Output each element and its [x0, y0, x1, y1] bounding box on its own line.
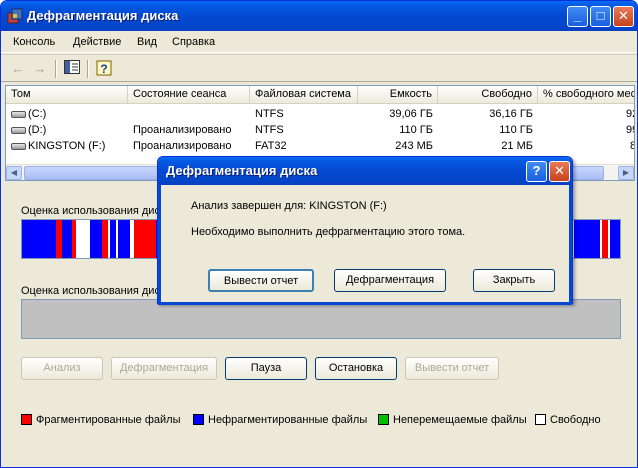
volume-name: (C:)	[28, 108, 47, 120]
volume-capacity: 110 ГБ	[399, 124, 433, 136]
volume-name: (D:)	[28, 124, 47, 136]
volume-free: 110 ГБ	[499, 124, 533, 136]
svg-text:?: ?	[100, 62, 107, 76]
legend-free: Свободно	[535, 413, 601, 427]
defrag-app-icon	[7, 8, 23, 24]
column-header-volume[interactable]: Том	[6, 86, 128, 104]
volume-capacity: 39,06 ГБ	[389, 108, 433, 120]
dialog-title: Дефрагментация диска	[166, 163, 318, 178]
dialog-close-icon[interactable]: ✕	[549, 161, 570, 182]
map-segment-fragmented	[102, 220, 108, 258]
menu-help[interactable]: Справка	[172, 36, 215, 48]
column-header-percent-free[interactable]: % свободного места	[538, 86, 634, 104]
contiguous-swatch	[193, 414, 204, 425]
volume-fs: NTFS	[255, 124, 284, 136]
hard-drive-icon	[11, 126, 26, 134]
map-segment-contiguous	[22, 220, 56, 258]
hard-drive-icon	[11, 110, 26, 118]
volume-status: Проанализировано	[133, 140, 232, 152]
view-report-button[interactable]: Вывести отчет	[405, 357, 499, 380]
volume-percent-free: 99 %	[626, 124, 634, 136]
map-segment-contiguous	[110, 220, 116, 258]
analysis-complete-dialog: Дефрагментация диска ? ✕ Анализ завершен…	[157, 156, 573, 305]
volume-capacity: 243 МБ	[395, 140, 433, 152]
menu-console[interactable]: Консоль	[13, 36, 55, 48]
toolbar-separator	[87, 60, 89, 78]
map-segment-fragmented	[72, 220, 76, 258]
pause-button[interactable]: Пауза	[225, 357, 307, 380]
column-header-status[interactable]: Состояние сеанса	[128, 86, 250, 104]
free-swatch	[535, 414, 546, 425]
map-segment-contiguous	[90, 220, 102, 258]
show-hide-tree-icon[interactable]	[63, 60, 81, 78]
title-bar[interactable]: Дефрагментация диска _ □ ✕	[1, 1, 637, 31]
dialog-close-button[interactable]: Закрыть	[473, 269, 555, 292]
legend-unmovable: Неперемещаемые файлы	[378, 413, 527, 427]
window-title: Дефрагментация диска	[27, 8, 179, 23]
back-arrow-icon[interactable]: ←	[9, 60, 27, 78]
volume-fs: FAT32	[255, 140, 287, 152]
dialog-view-report-button[interactable]: Вывести отчет	[208, 269, 314, 292]
map-segment-fragmented	[602, 220, 608, 258]
analyze-button[interactable]: Анализ	[21, 357, 103, 380]
dialog-title-bar[interactable]: Дефрагментация диска ? ✕	[158, 157, 572, 185]
help-icon[interactable]: ?	[526, 161, 547, 182]
menu-view[interactable]: Вид	[137, 36, 157, 48]
dialog-message-recommendation: Необходимо выполнить дефрагментацию этог…	[191, 226, 466, 238]
menu-bar: Консоль Действие Вид Справка	[1, 31, 637, 53]
after-defrag-map	[21, 299, 621, 339]
map-segment-fragmented	[134, 220, 156, 258]
dialog-defragment-button[interactable]: Дефрагментация	[334, 269, 446, 292]
legend-contiguous: Нефрагментированные файлы	[193, 413, 367, 427]
volume-name: KINGSTON (F:)	[28, 140, 106, 152]
toolbar: ← → ?	[1, 54, 637, 82]
column-header-filesystem[interactable]: Файловая система	[250, 86, 358, 104]
map-segment-contiguous	[62, 220, 72, 258]
scroll-right-icon[interactable]: ▶	[618, 166, 634, 180]
map-segment-contiguous	[574, 220, 600, 258]
volume-percent-free: 8 %	[628, 138, 634, 154]
volume-status	[128, 106, 250, 122]
volume-row-f[interactable]: KINGSTON (F:) Проанализировано FAT32 243…	[6, 138, 634, 154]
volume-fs: NTFS	[255, 108, 284, 120]
menu-action[interactable]: Действие	[73, 36, 121, 48]
volume-percent-free: 92 %	[626, 108, 634, 120]
fragmented-swatch	[21, 414, 32, 425]
unmovable-swatch	[378, 414, 389, 425]
volume-row-d[interactable]: (D:) Проанализировано NTFS 110 ГБ 110 ГБ…	[6, 122, 634, 138]
removable-drive-icon	[11, 142, 26, 150]
legend-fragmented: Фрагментированные файлы	[21, 413, 181, 427]
volume-row-c[interactable]: (C:) NTFS 39,06 ГБ 36,16 ГБ 92 %	[6, 106, 634, 122]
maximize-button[interactable]: □	[590, 6, 611, 27]
column-header-free[interactable]: Свободно	[438, 86, 538, 104]
help-icon[interactable]: ?	[95, 60, 113, 78]
defragment-button[interactable]: Дефрагментация	[111, 357, 217, 380]
scroll-left-icon[interactable]: ◀	[6, 166, 22, 180]
minimize-button[interactable]: _	[567, 6, 588, 27]
forward-arrow-icon[interactable]: →	[31, 60, 49, 78]
volume-list-header: Том Состояние сеанса Файловая система Ем…	[6, 86, 634, 104]
volume-free: 21 МБ	[501, 140, 533, 152]
stop-button[interactable]: Остановка	[315, 357, 397, 380]
dialog-message-analysis: Анализ завершен для: KINGSTON (F:)	[191, 200, 387, 212]
volume-status: Проанализировано	[133, 124, 232, 136]
close-button[interactable]: ✕	[613, 6, 634, 27]
volume-free: 36,16 ГБ	[489, 108, 533, 120]
dialog-body: Анализ завершен для: KINGSTON (F:) Необх…	[158, 185, 572, 305]
map-segment-contiguous	[118, 220, 130, 258]
defrag-window: Дефрагментация диска _ □ ✕ Консоль Дейст…	[0, 0, 638, 468]
map-segment-contiguous	[610, 220, 620, 258]
column-header-capacity[interactable]: Емкость	[358, 86, 438, 104]
toolbar-separator	[55, 60, 57, 78]
